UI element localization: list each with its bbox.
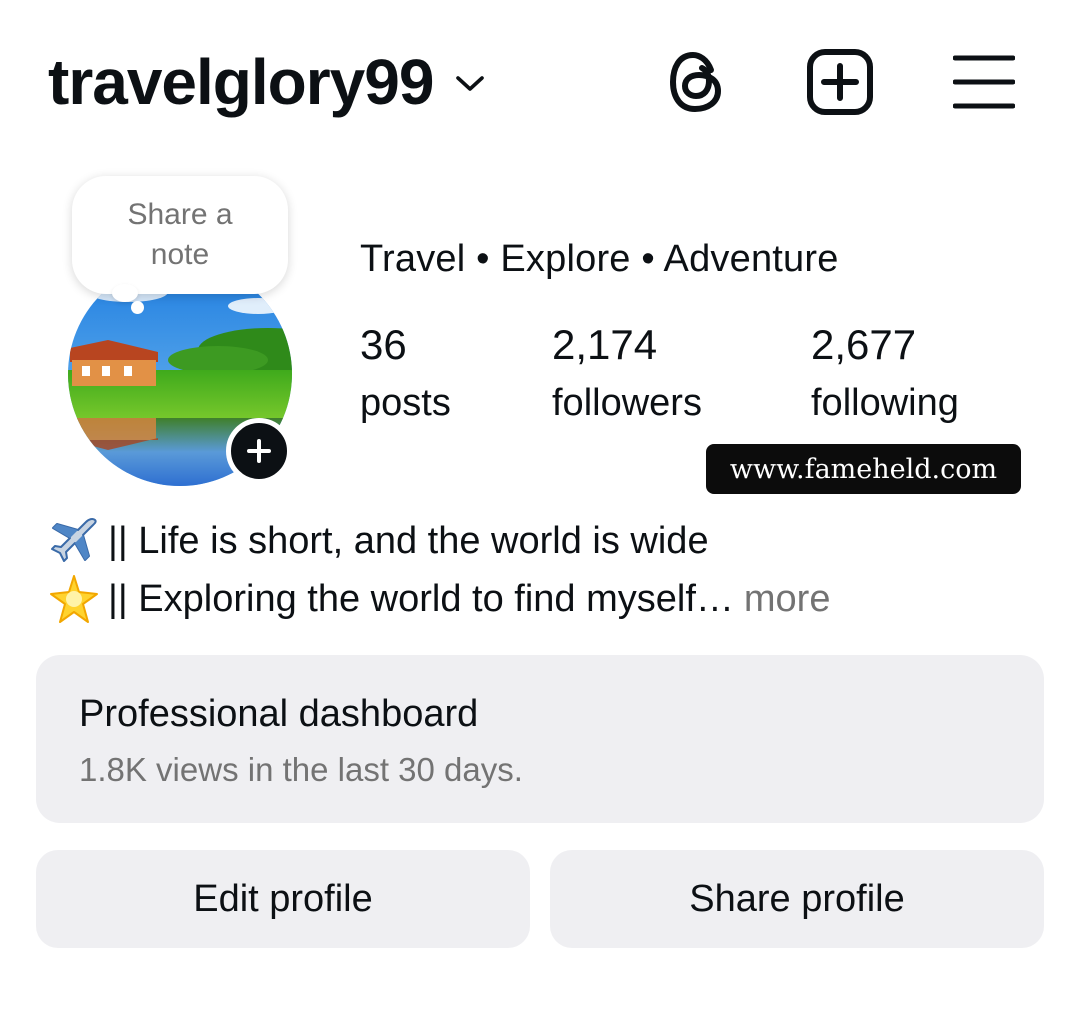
posts-count: 36 — [360, 321, 407, 368]
menu-icon[interactable] — [946, 44, 1022, 120]
threads-icon[interactable] — [658, 44, 734, 120]
username: travelglory99 — [48, 46, 434, 118]
profile-header: travelglory99 — [0, 0, 1080, 150]
share-note-bubble[interactable]: Share a note — [72, 176, 288, 294]
note-tail-dot — [131, 301, 144, 314]
following-count: 2,677 — [811, 321, 917, 368]
add-story-button[interactable] — [226, 418, 292, 484]
note-tail — [112, 284, 138, 302]
new-post-icon[interactable] — [802, 44, 878, 120]
note-text-line1: Share a — [127, 198, 233, 231]
account-switcher[interactable]: travelglory99 — [48, 42, 485, 122]
bio-more-link[interactable]: more — [744, 578, 831, 621]
edit-profile-button[interactable]: Edit profile — [36, 850, 530, 948]
professional-dashboard-card[interactable]: Professional dashboard 1.8K views in the… — [36, 655, 1044, 823]
plus-icon — [247, 439, 271, 463]
posts-stat[interactable]: 36 posts — [360, 318, 451, 434]
watermark-label: www.fameheld.com — [706, 444, 1021, 494]
bio-line-1: || Life is short, and the world is wide — [48, 512, 830, 570]
following-label: following — [811, 382, 959, 424]
chevron-down-icon — [455, 74, 485, 99]
bio-line-2: || Exploring the world to find myself… m… — [48, 570, 830, 628]
bio-text-1: || Life is short, and the world is wide — [108, 519, 709, 562]
posts-label: posts — [360, 382, 451, 424]
following-stat[interactable]: 2,677 following — [811, 318, 959, 434]
profile-category: Travel • Explore • Adventure — [360, 238, 839, 280]
followers-label: followers — [552, 382, 702, 424]
star-icon — [48, 573, 100, 625]
dashboard-title: Professional dashboard — [79, 693, 479, 735]
dashboard-subtitle: 1.8K views in the last 30 days. — [79, 751, 523, 788]
followers-stat[interactable]: 2,174 followers — [552, 318, 702, 434]
bio: || Life is short, and the world is wide … — [48, 512, 830, 628]
bio-text-2: || Exploring the world to find myself… — [108, 577, 734, 620]
profile-page: travelglory99 Share a note Travel • Expl… — [0, 0, 1080, 1035]
share-profile-button[interactable]: Share profile — [550, 850, 1044, 948]
airplane-icon — [48, 515, 100, 567]
note-text-line2: note — [150, 238, 210, 271]
followers-count: 2,174 — [552, 321, 658, 368]
